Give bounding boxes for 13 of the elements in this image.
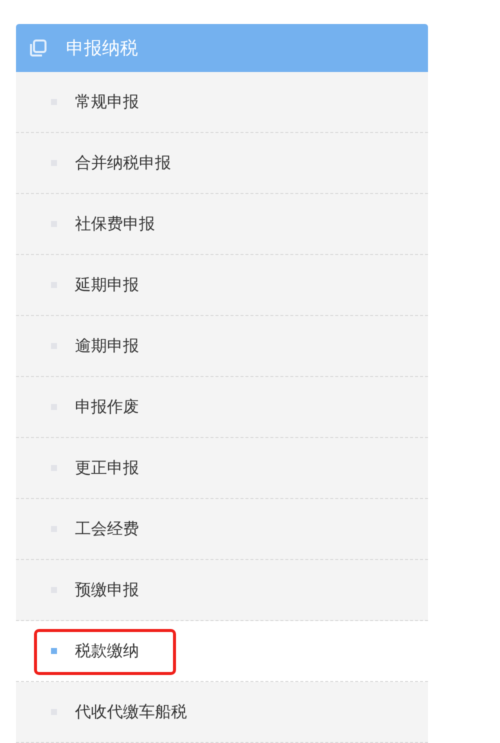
menu-item[interactable]: 常规申报 bbox=[16, 72, 428, 133]
menu-item[interactable]: 申报作废 bbox=[16, 377, 428, 438]
menu-item[interactable]: 延期申报 bbox=[16, 255, 428, 316]
menu-item[interactable]: 更正申报 bbox=[16, 438, 428, 499]
menu-item[interactable]: 代收代缴车船税 bbox=[16, 682, 428, 743]
copy-icon bbox=[29, 39, 47, 57]
menu-item[interactable]: 逾期申报 bbox=[16, 316, 428, 377]
menu-title: 申报纳税 bbox=[66, 37, 138, 60]
menu-item[interactable]: 预缴申报 bbox=[16, 560, 428, 621]
menu-item[interactable]: 社保费申报 bbox=[16, 194, 428, 255]
bullet-icon bbox=[51, 648, 57, 654]
menu-item[interactable]: 工会经费 bbox=[16, 499, 428, 560]
menu-item[interactable]: 合并纳税申报 bbox=[16, 133, 428, 194]
